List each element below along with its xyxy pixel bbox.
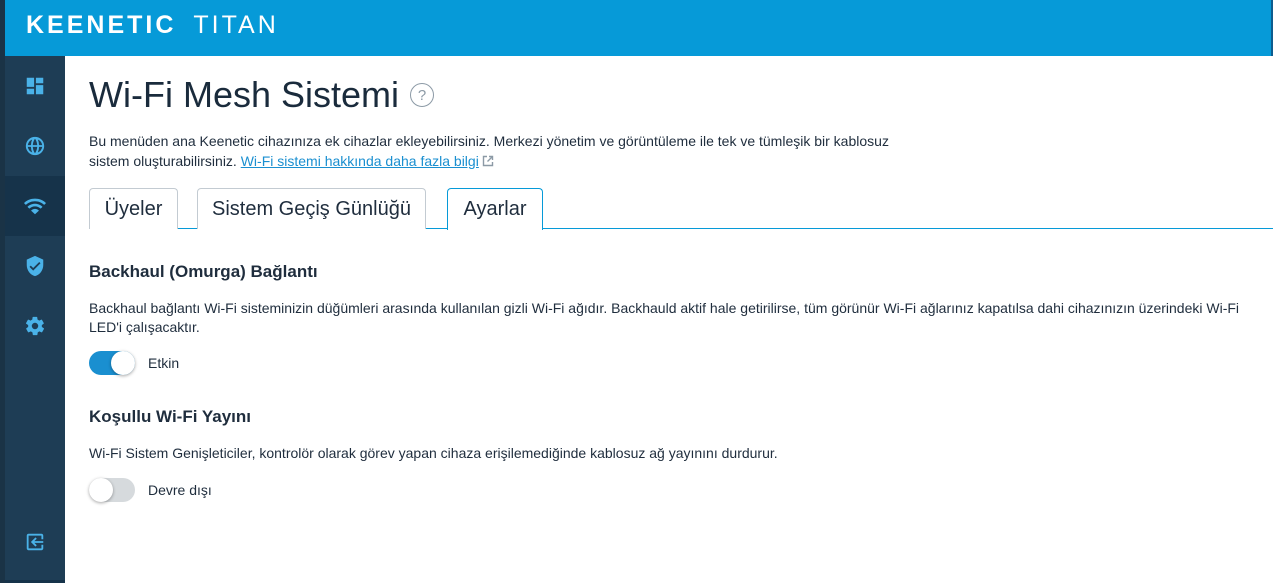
toggle-knob bbox=[111, 351, 135, 375]
tab-bar: Üyeler Sistem Geçiş Günlüğü Ayarlar bbox=[89, 188, 1273, 230]
sidebar-item-security[interactable] bbox=[5, 236, 65, 296]
tab-system-log[interactable]: Sistem Geçiş Günlüğü bbox=[197, 188, 426, 229]
top-header: KEENETIC TITAN bbox=[5, 0, 1271, 56]
sidebar-item-internet[interactable] bbox=[5, 116, 65, 176]
conditional-toggle-label: Devre dışı bbox=[148, 482, 212, 498]
gear-icon bbox=[25, 316, 45, 336]
backhaul-toggle-row: Etkin bbox=[89, 351, 179, 375]
backhaul-toggle[interactable] bbox=[89, 351, 135, 375]
conditional-section-title: Koşullu Wi-Fi Yayını bbox=[89, 407, 251, 426]
dashboard-icon bbox=[26, 77, 44, 95]
shield-check-icon bbox=[26, 255, 44, 277]
main-content: Wi-Fi Mesh Sistemi ? Bu menüden ana Keen… bbox=[65, 56, 1273, 583]
page-title-row: Wi-Fi Mesh Sistemi ? bbox=[89, 74, 435, 116]
sidebar-item-wifi[interactable] bbox=[5, 176, 65, 236]
sidebar bbox=[5, 56, 65, 583]
logout-icon bbox=[26, 533, 44, 551]
help-icon[interactable]: ? bbox=[410, 83, 435, 107]
conditional-toggle-row: Devre dışı bbox=[89, 478, 212, 502]
page-title: Wi-Fi Mesh Sistemi bbox=[89, 74, 400, 115]
brand-name: KEENETIC bbox=[26, 10, 177, 39]
sidebar-item-settings[interactable] bbox=[5, 296, 65, 356]
conditional-toggle[interactable] bbox=[89, 478, 135, 502]
globe-icon bbox=[25, 136, 45, 156]
conditional-description: Wi-Fi Sistem Genişleticiler, kontrolör o… bbox=[89, 445, 778, 461]
page-intro: Bu menüden ana Keenetic cihazınıza ek ci… bbox=[89, 131, 909, 171]
toggle-knob bbox=[89, 478, 113, 502]
learn-more-link[interactable]: Wi-Fi sistemi hakkında daha fazla bilgi bbox=[241, 153, 479, 169]
backhaul-toggle-label: Etkin bbox=[148, 355, 180, 371]
brand-logo: KEENETIC TITAN bbox=[26, 10, 279, 40]
wifi-icon bbox=[24, 198, 46, 215]
backhaul-section-title: Backhaul (Omurga) Bağlantı bbox=[89, 262, 318, 281]
brand-model: TITAN bbox=[193, 10, 279, 39]
tab-members[interactable]: Üyeler bbox=[89, 188, 178, 229]
external-link-icon bbox=[482, 152, 494, 167]
sidebar-item-dashboard[interactable] bbox=[5, 56, 65, 116]
tab-settings[interactable]: Ayarlar bbox=[447, 188, 543, 230]
sidebar-item-logout[interactable] bbox=[5, 512, 65, 572]
backhaul-description: Backhaul bağlantı Wi-Fi sisteminizin düğ… bbox=[89, 300, 1240, 335]
